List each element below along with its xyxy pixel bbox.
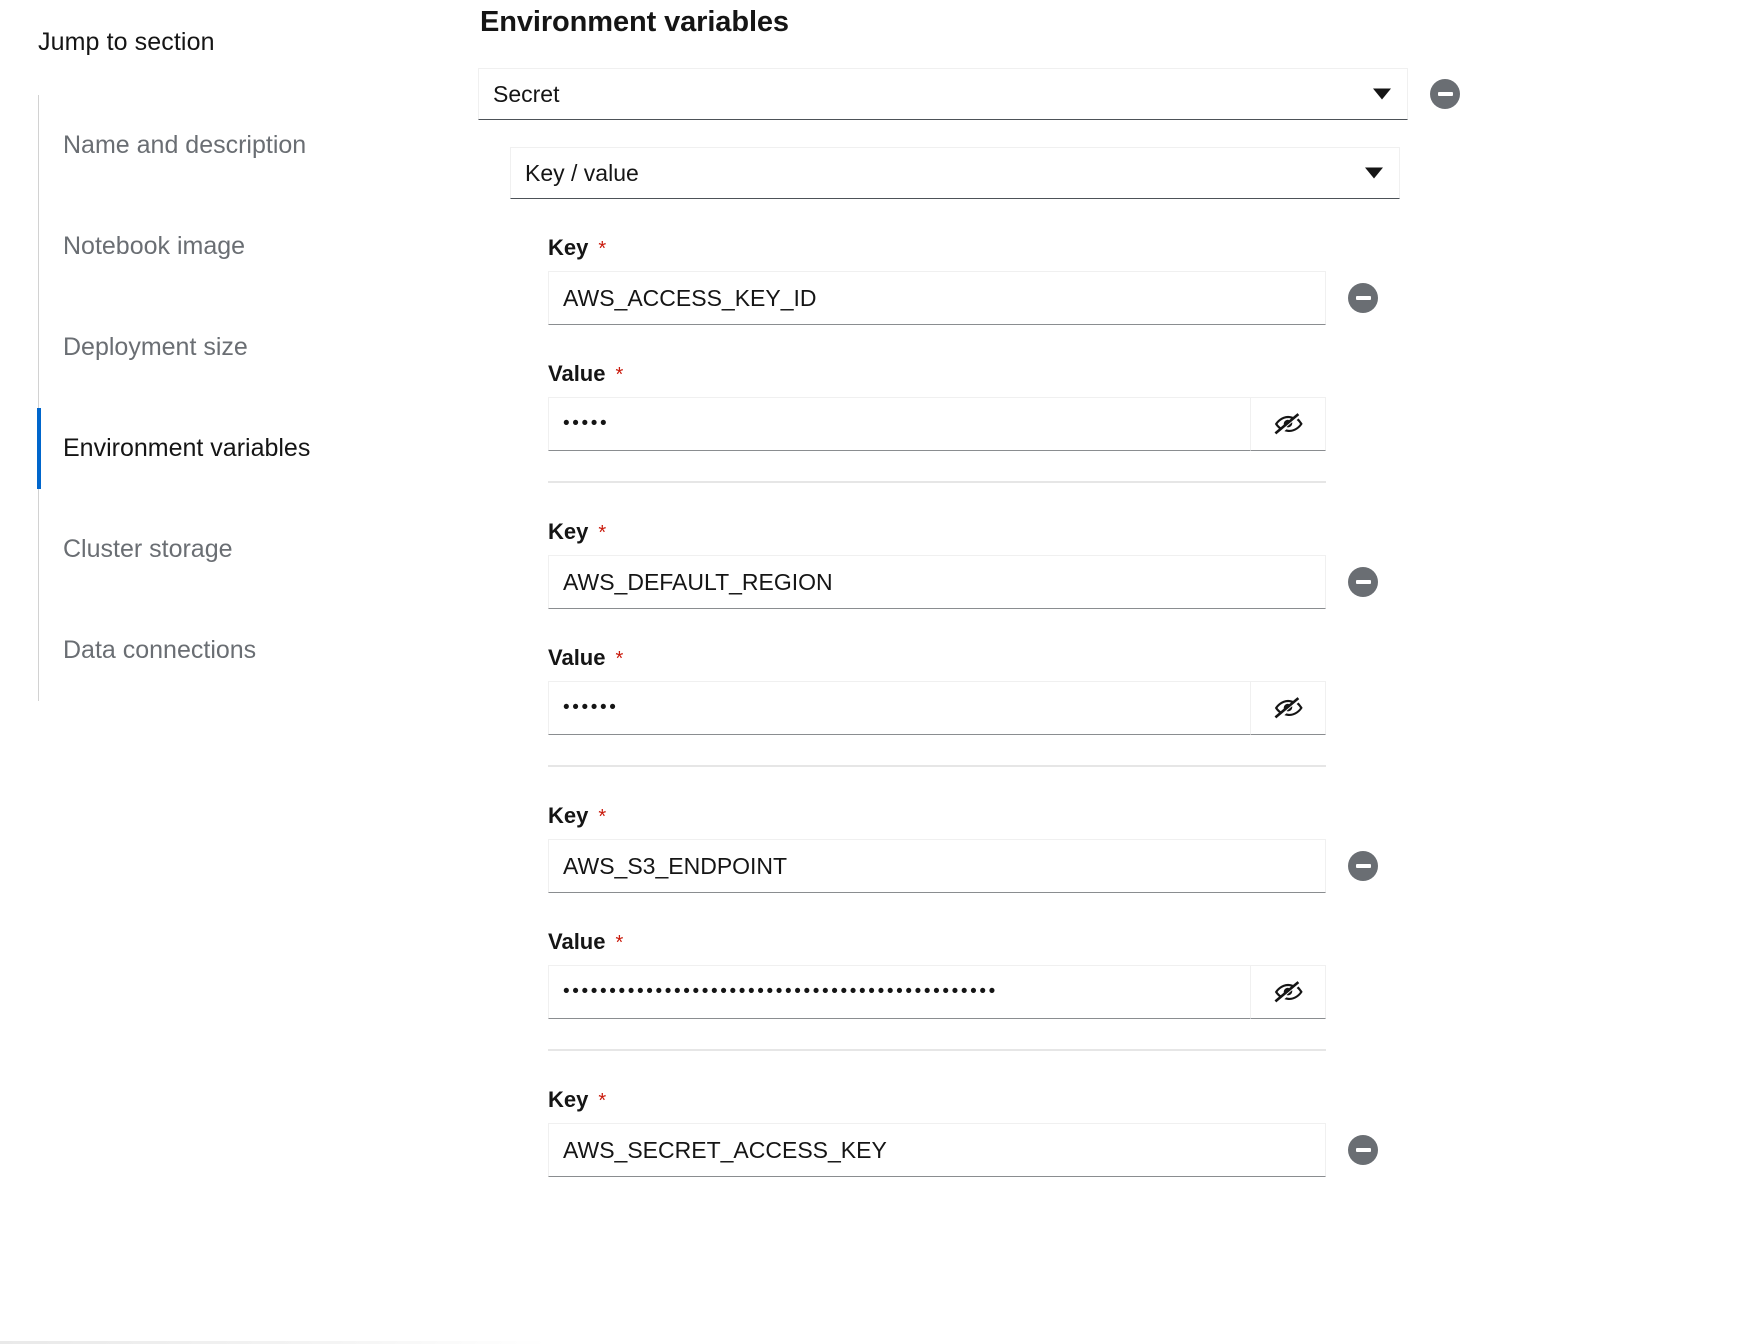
value-label: Value * xyxy=(548,361,624,386)
required-asterisk: * xyxy=(598,522,607,544)
key-label: Key * xyxy=(548,519,607,544)
required-asterisk: * xyxy=(615,648,624,670)
chevron-down-icon xyxy=(1373,88,1391,100)
key-value-group: Key * AWS_DEFAULT_REGION Value * •••••• xyxy=(548,519,1760,767)
variable-type-value: Secret xyxy=(493,80,560,107)
eye-slash-icon xyxy=(1274,981,1303,1003)
key-label: Key * xyxy=(548,1087,607,1112)
variable-type-select[interactable]: Secret xyxy=(478,68,1408,120)
group-divider xyxy=(548,481,1326,483)
group-divider xyxy=(548,1049,1326,1051)
jump-to-section-nav: Name and description Notebook image Depl… xyxy=(37,95,470,701)
value-label: Value * xyxy=(548,929,624,954)
key-field-row: AWS_ACCESS_KEY_ID xyxy=(548,271,1760,325)
variable-type-row: Secret xyxy=(478,68,1760,120)
required-asterisk: * xyxy=(615,932,624,954)
key-field-row: AWS_S3_ENDPOINT xyxy=(548,839,1760,893)
sidebar-item-deployment-size[interactable]: Deployment size xyxy=(38,297,470,398)
eye-slash-icon xyxy=(1274,413,1303,435)
sidebar-item-data-connections[interactable]: Data connections xyxy=(38,600,470,701)
remove-variable-type-button[interactable] xyxy=(1430,79,1460,109)
environment-variables-panel: Environment variables Secret Key / value xyxy=(470,0,1760,1344)
required-asterisk: * xyxy=(598,238,607,260)
value-field-row: ••••••••••••••••••••••••••••••••••••••••… xyxy=(548,965,1760,1019)
key-value-list: Key * AWS_ACCESS_KEY_ID Value * ••••• Ke… xyxy=(548,235,1760,1177)
required-asterisk: * xyxy=(615,364,624,386)
required-asterisk: * xyxy=(598,806,607,828)
key-label: Key * xyxy=(548,235,607,260)
minus-circle-icon xyxy=(1355,580,1371,584)
value-field-row: •••••• xyxy=(548,681,1760,735)
sidebar-item-label: Data connections xyxy=(63,636,257,664)
group-divider xyxy=(548,765,1326,767)
key-input[interactable]: AWS_S3_ENDPOINT xyxy=(548,839,1326,893)
value-password-group: •••••• xyxy=(548,681,1326,735)
key-input[interactable]: AWS_DEFAULT_REGION xyxy=(548,555,1326,609)
jump-to-section-sidebar: Jump to section Name and description Not… xyxy=(0,0,548,1344)
toggle-value-visibility-button[interactable] xyxy=(1250,965,1326,1019)
sidebar-item-label: Notebook image xyxy=(63,232,246,260)
minus-circle-icon xyxy=(1355,296,1371,300)
sidebar-item-label: Name and description xyxy=(63,131,307,159)
sidebar-item-label: Cluster storage xyxy=(63,535,233,563)
value-label: Value * xyxy=(548,645,624,670)
page-title: Environment variables xyxy=(480,6,789,38)
key-value-group: Key * AWS_S3_ENDPOINT Value * ••••••••••… xyxy=(548,803,1760,1051)
sidebar-item-cluster-storage[interactable]: Cluster storage xyxy=(38,499,470,600)
key-label: Key * xyxy=(548,803,607,828)
remove-variable-button[interactable] xyxy=(1348,851,1378,881)
key-input[interactable]: AWS_ACCESS_KEY_ID xyxy=(548,271,1326,325)
eye-slash-icon xyxy=(1274,697,1303,719)
environment-variables-page: Jump to section Name and description Not… xyxy=(0,0,1760,1344)
variable-mode-row: Key / value xyxy=(470,147,1760,199)
sidebar-item-environment-variables[interactable]: Environment variables xyxy=(37,398,470,499)
sidebar-item-label: Deployment size xyxy=(63,333,248,361)
variable-mode-select[interactable]: Key / value xyxy=(510,147,1400,199)
value-input[interactable]: ••••••••••••••••••••••••••••••••••••••••… xyxy=(548,965,1250,1019)
remove-variable-button[interactable] xyxy=(1348,283,1378,313)
value-input[interactable]: •••••• xyxy=(548,681,1250,735)
key-value-group: Key * AWS_ACCESS_KEY_ID Value * ••••• xyxy=(548,235,1760,483)
sidebar-item-label: Environment variables xyxy=(63,434,311,462)
value-password-group: ••••••••••••••••••••••••••••••••••••••••… xyxy=(548,965,1326,1019)
minus-circle-icon xyxy=(1355,1148,1371,1152)
toggle-value-visibility-button[interactable] xyxy=(1250,681,1326,735)
minus-circle-icon xyxy=(1437,92,1453,96)
variable-mode-value: Key / value xyxy=(525,159,639,186)
sidebar-item-name-and-description[interactable]: Name and description xyxy=(38,95,470,196)
value-password-group: ••••• xyxy=(548,397,1326,451)
chevron-down-icon xyxy=(1365,167,1383,179)
required-asterisk: * xyxy=(598,1090,607,1112)
value-field-row: ••••• xyxy=(548,397,1760,451)
key-value-group: Key * AWS_SECRET_ACCESS_KEY xyxy=(548,1087,1760,1177)
sidebar-item-notebook-image[interactable]: Notebook image xyxy=(38,196,470,297)
remove-variable-button[interactable] xyxy=(1348,1135,1378,1165)
key-field-row: AWS_SECRET_ACCESS_KEY xyxy=(548,1123,1760,1177)
remove-variable-button[interactable] xyxy=(1348,567,1378,597)
key-field-row: AWS_DEFAULT_REGION xyxy=(548,555,1760,609)
jump-to-section-title: Jump to section xyxy=(38,28,215,56)
key-input[interactable]: AWS_SECRET_ACCESS_KEY xyxy=(548,1123,1326,1177)
toggle-value-visibility-button[interactable] xyxy=(1250,397,1326,451)
value-input[interactable]: ••••• xyxy=(548,397,1250,451)
minus-circle-icon xyxy=(1355,864,1371,868)
